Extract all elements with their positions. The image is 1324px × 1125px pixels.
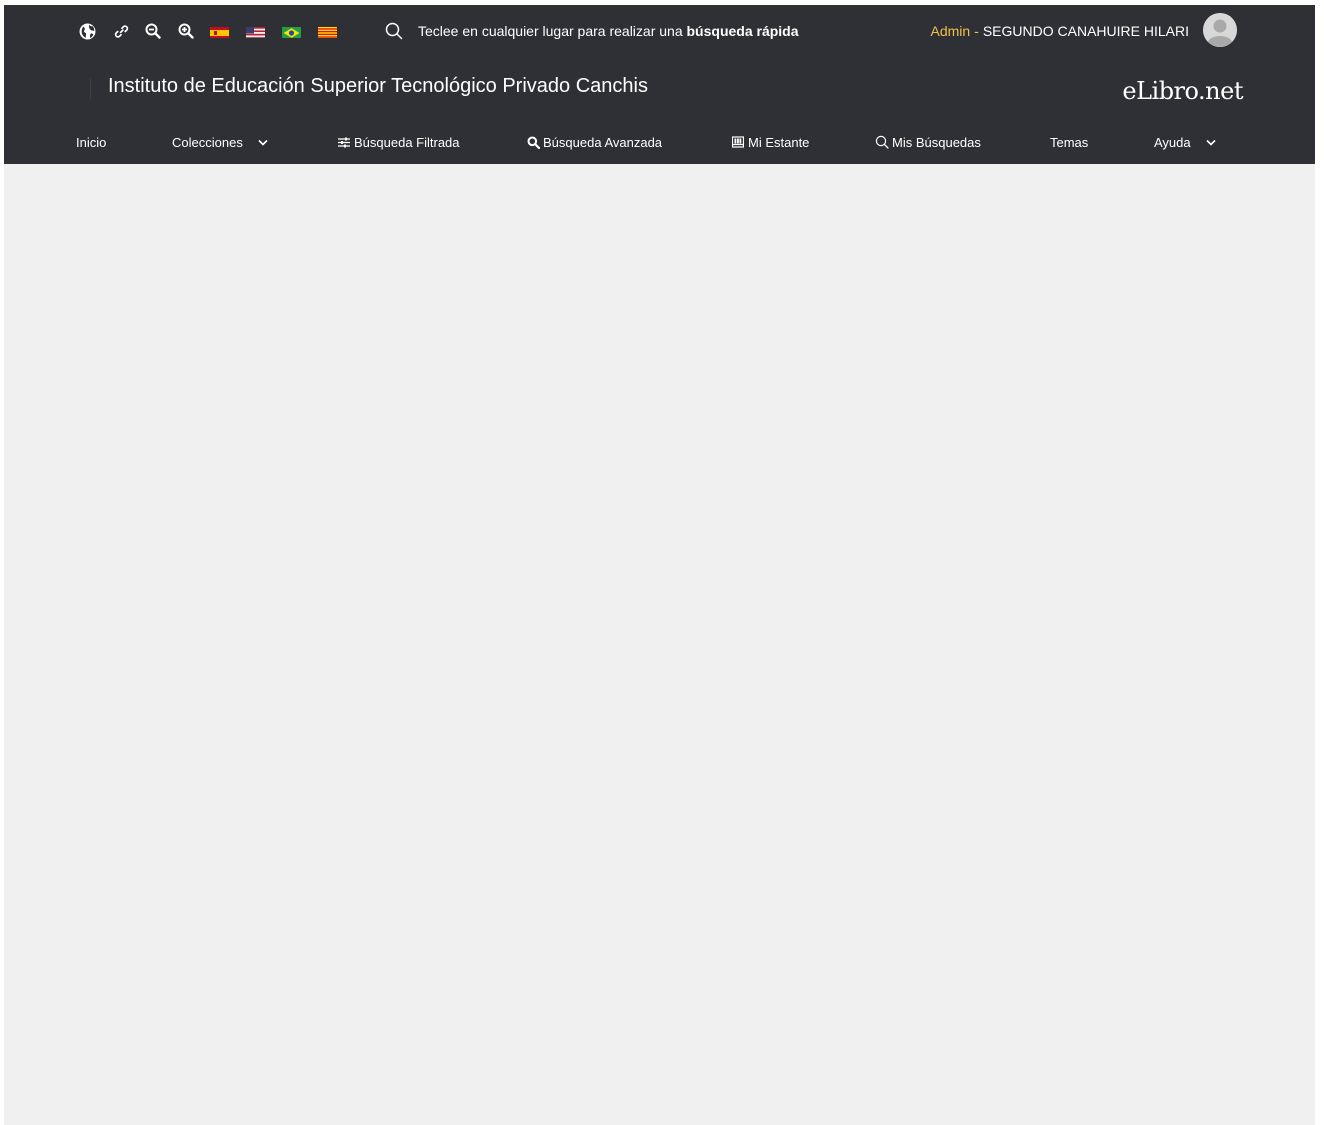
user-info[interactable]: Admin - SEGUNDO CANAHUIRE HILARI [930,21,1189,41]
nav-item-label: Búsqueda Filtrada [354,134,460,150]
nav-item-inicio[interactable]: Inicio [76,133,106,151]
app-window: Teclee en cualquier lugar para realizar … [4,5,1315,1125]
brand-logo[interactable]: eLibro.net [1122,77,1243,105]
nav-item-busqueda-avanzada[interactable]: Búsqueda Avanzada [526,133,662,151]
nav-item-busqueda-filtrada[interactable]: Búsqueda Filtrada [337,133,460,151]
institution-title: Instituto de Educación Superior Tecnológ… [108,75,648,97]
institution-logo-placeholder [90,78,91,100]
flag-usa-icon[interactable] [246,26,265,38]
zoom-in-icon[interactable] [177,22,195,40]
user-avatar-icon[interactable] [1203,13,1237,47]
flag-brazil-icon[interactable] [282,26,301,38]
user-role: Admin [930,23,971,39]
zoom-out-icon[interactable] [144,22,162,40]
top-toolbar: Teclee en cualquier lugar para realizar … [4,5,1315,57]
nav-item-label: Ayuda [1154,134,1191,150]
nav-item-temas[interactable]: Temas [1050,133,1088,151]
search-outline-icon [875,135,889,149]
link-icon[interactable] [112,22,130,40]
nav-item-label: Mis Búsquedas [892,134,981,150]
search-icon [526,135,540,149]
nav-item-label: Colecciones [172,134,243,150]
user-separator: - [974,23,979,39]
chevron-down-icon [1205,136,1217,148]
main-nav: Inicio Colecciones Búsqueda Filtrada Bús… [4,119,1315,164]
nav-item-mi-estante[interactable]: Mi Estante [731,133,809,151]
user-name: SEGUNDO CANAHUIRE HILARI [982,23,1189,39]
nav-item-label: Búsqueda Avanzada [543,134,663,150]
header: Teclee en cualquier lugar para realizar … [4,5,1315,164]
shelf-icon [731,135,745,149]
chevron-down-icon [257,136,269,148]
flag-spain-icon[interactable] [210,26,229,38]
nav-item-label: Inicio [76,134,107,150]
quick-search-hint: Teclee en cualquier lugar para realizar … [418,23,799,39]
nav-item-ayuda[interactable]: Ayuda [1154,133,1217,151]
globe-icon[interactable] [78,22,96,40]
quick-search[interactable]: Teclee en cualquier lugar para realizar … [384,19,864,43]
title-row: Instituto de Educación Superior Tecnológ… [4,57,1315,119]
flag-catalonia-icon[interactable] [318,26,337,38]
main-content [4,164,1315,1125]
sliders-icon [337,135,351,149]
nav-item-colecciones[interactable]: Colecciones [172,133,269,151]
search-icon [384,21,404,41]
nav-item-mis-busquedas[interactable]: Mis Búsquedas [875,133,981,151]
nav-item-label: Temas [1050,134,1089,150]
nav-item-label: Mi Estante [748,134,810,150]
